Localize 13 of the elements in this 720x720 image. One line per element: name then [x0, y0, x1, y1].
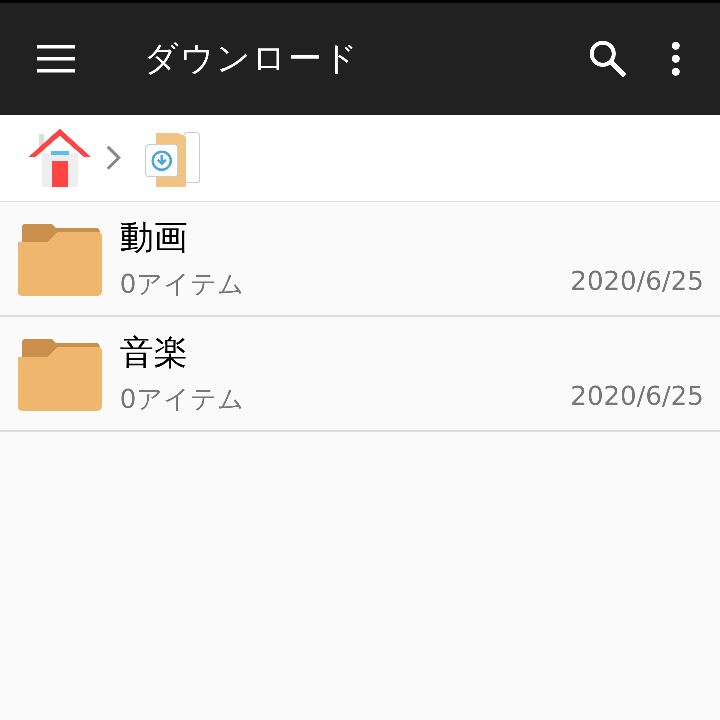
- item-count: 0アイテム: [120, 384, 245, 417]
- folder-row[interactable]: 音楽 0アイテム 2020/6/25: [0, 317, 720, 432]
- modified-date: 2020/6/25: [570, 267, 704, 299]
- screen-title: ダウンロード: [144, 38, 360, 81]
- folder-name: 音楽: [120, 332, 189, 375]
- home-icon[interactable]: [28, 127, 92, 189]
- chevron-right-icon: [106, 145, 122, 171]
- more-options-icon[interactable]: [670, 41, 682, 77]
- folder-row[interactable]: 動画 0アイテム 2020/6/25: [0, 202, 720, 317]
- modified-date: 2020/6/25: [570, 382, 704, 414]
- folder-name: 動画: [120, 217, 189, 260]
- item-count: 0アイテム: [120, 269, 245, 302]
- search-icon[interactable]: [588, 39, 628, 79]
